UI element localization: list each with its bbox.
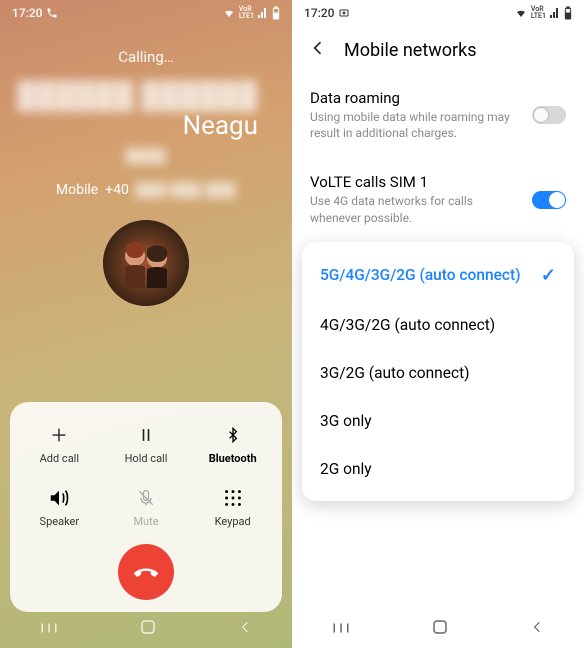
phone-type-label: Mobile	[56, 182, 98, 198]
network-mode-option-0[interactable]: 5G/4G/3G/2G (auto connect) ✓	[302, 250, 574, 301]
add-call-label: Add call	[40, 452, 79, 465]
call-status-label: Calling…	[0, 48, 292, 66]
contact-info: ██████ ██████ Neagu ████ Mobile +40 ███ …	[0, 80, 292, 306]
signal-icon	[549, 7, 561, 19]
contact-name-blurred: ██████ ██████	[18, 80, 259, 111]
mute-label: Mute	[133, 515, 158, 528]
signal-icon	[257, 7, 269, 19]
settings-screen: 17:20 VoRLTE1 Mobile networks Data roami…	[292, 0, 584, 648]
back-button[interactable]	[510, 617, 564, 641]
network-mode-label: 5G/4G/3G/2G (auto connect)	[320, 266, 521, 284]
network-mode-option-1[interactable]: 4G/3G/2G (auto connect)	[302, 301, 574, 349]
keypad-button[interactable]: Keypad	[189, 479, 276, 534]
phone-status-icon	[46, 7, 58, 19]
contact-name: Neagu	[183, 111, 258, 141]
nav-bar	[0, 614, 292, 644]
battery-icon	[564, 6, 572, 20]
volte-row[interactable]: VoLTE calls SIM 1 Use 4G data networks f…	[310, 157, 566, 241]
status-bar: 17:20 VoRLTE1	[0, 0, 292, 26]
wifi-icon	[514, 7, 528, 19]
volte-title: VoLTE calls SIM 1	[310, 173, 520, 191]
network-mode-label: 3G only	[320, 412, 372, 430]
check-icon: ✓	[541, 265, 556, 286]
network-mode-option-2[interactable]: 3G/2G (auto connect)	[302, 349, 574, 397]
phone-prefix: +40	[105, 182, 129, 198]
speaker-icon	[47, 485, 71, 511]
call-actions-panel: Add call Hold call Bluetooth Speaker Mut…	[10, 402, 282, 612]
data-roaming-row[interactable]: Data roaming Using mobile data while roa…	[310, 73, 566, 157]
status-time: 17:20	[304, 6, 334, 20]
back-button[interactable]	[218, 617, 272, 641]
volte-switch[interactable]	[532, 191, 566, 209]
phone-call-screen: 17:20 VoRLTE1 Calling… ██████ ██████ Nea…	[0, 0, 292, 648]
recent-apps-button[interactable]	[20, 618, 78, 641]
plus-icon	[48, 422, 70, 448]
settings-title: Mobile networks	[344, 40, 477, 61]
speaker-label: Speaker	[40, 515, 80, 528]
wifi-icon	[222, 7, 236, 19]
call-header: Calling…	[0, 26, 292, 80]
battery-icon	[272, 6, 280, 20]
hold-call-button[interactable]: Hold call	[103, 416, 190, 471]
keypad-label: Keypad	[215, 515, 251, 528]
end-call-button[interactable]	[118, 544, 174, 600]
data-roaming-desc: Using mobile data while roaming may resu…	[310, 109, 520, 141]
data-roaming-switch[interactable]	[532, 106, 566, 124]
volte-indicator: VoRLTE1	[239, 6, 254, 20]
settings-header: Mobile networks	[292, 26, 584, 73]
bluetooth-button[interactable]: Bluetooth	[189, 416, 276, 471]
network-mode-label: 3G/2G (auto connect)	[320, 364, 470, 382]
network-mode-option-4[interactable]: 2G only	[302, 445, 574, 493]
keypad-icon	[222, 485, 244, 511]
hangup-icon	[132, 558, 160, 586]
contact-avatar	[103, 220, 189, 306]
data-roaming-title: Data roaming	[310, 89, 520, 107]
mute-icon	[136, 485, 156, 511]
add-call-button[interactable]: Add call	[16, 416, 103, 471]
volte-indicator: VoRLTE1	[531, 6, 546, 20]
bluetooth-label: Bluetooth	[209, 452, 257, 465]
status-time: 17:20	[12, 6, 42, 20]
hold-call-label: Hold call	[125, 452, 168, 465]
network-mode-popup: 5G/4G/3G/2G (auto connect) ✓ 4G/3G/2G (a…	[302, 242, 574, 501]
network-mode-label: 4G/3G/2G (auto connect)	[320, 316, 495, 334]
status-bar: 17:20 VoRLTE1	[292, 0, 584, 26]
network-mode-label: 2G only	[320, 460, 372, 478]
nav-bar	[292, 614, 584, 644]
screenshot-icon	[338, 7, 350, 19]
recent-apps-button[interactable]	[312, 618, 370, 641]
network-mode-option-3[interactable]: 3G only	[302, 397, 574, 445]
pause-icon	[136, 422, 156, 448]
contact-extra-blurred: ████	[126, 148, 167, 164]
bluetooth-icon	[225, 422, 241, 448]
home-button[interactable]	[119, 616, 177, 642]
speaker-button[interactable]: Speaker	[16, 479, 103, 534]
volte-desc: Use 4G data networks for calls whenever …	[310, 193, 520, 225]
home-button[interactable]	[411, 616, 469, 642]
back-icon[interactable]	[308, 38, 328, 63]
phone-number-blurred: ███ ███ ███	[136, 182, 236, 198]
mute-button[interactable]: Mute	[103, 479, 190, 534]
